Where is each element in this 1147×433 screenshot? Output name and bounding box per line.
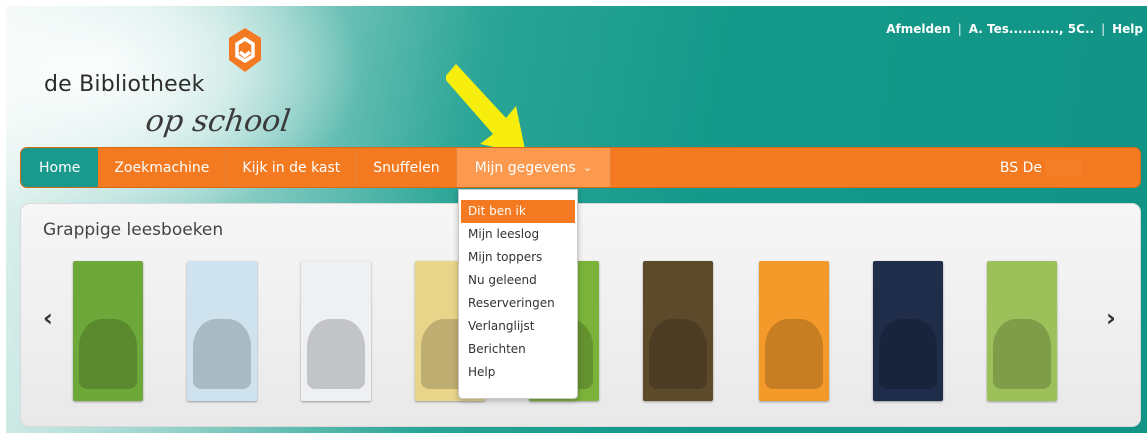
dropdown-item-berichten[interactable]: Berichten: [459, 338, 577, 361]
library-logo-icon: [229, 28, 261, 72]
nav-search[interactable]: Zoekmachine: [98, 148, 227, 187]
book-illustration: [307, 319, 365, 389]
book-illustration: [649, 319, 707, 389]
divider: |: [957, 22, 962, 36]
dropdown-item-mijn-toppers[interactable]: Mijn toppers: [459, 246, 577, 269]
dropdown-item-verlanglijst[interactable]: Verlanglijst: [459, 315, 577, 338]
book-illustration: [193, 319, 251, 389]
book-cover[interactable]: [759, 261, 829, 401]
book-cover[interactable]: [187, 261, 257, 401]
library-logo[interactable]: de Bibliotheek op school: [42, 26, 322, 156]
book-illustration: [79, 319, 137, 389]
book-illustration: [765, 319, 823, 389]
panel-title: Grappige leesboeken: [43, 220, 224, 240]
dropdown-item-help[interactable]: Help: [459, 361, 577, 384]
book-cover[interactable]: [73, 261, 143, 401]
chevron-right-icon[interactable]: ›: [1106, 304, 1116, 332]
chevron-left-icon[interactable]: ‹: [43, 304, 53, 332]
user-link[interactable]: A. Tes..........., 5C..: [969, 22, 1094, 36]
logo-line2: op school: [143, 104, 293, 139]
dropdown-item-nu-geleend[interactable]: Nu geleend: [459, 269, 577, 292]
books-panel: Grappige leesboeken ‹ ›: [20, 203, 1141, 427]
nav-shelf[interactable]: Kijk in de kast: [226, 148, 358, 187]
book-cover[interactable]: [643, 261, 713, 401]
logout-link[interactable]: Afmelden: [886, 22, 951, 36]
logo-line1: de Bibliotheek: [44, 72, 205, 97]
nav-home[interactable]: Home: [21, 148, 99, 187]
dropdown-item-mijn-leeslog[interactable]: Mijn leeslog: [459, 223, 577, 246]
divider: |: [1101, 22, 1106, 36]
book-illustration: [879, 319, 937, 389]
book-cover[interactable]: [873, 261, 943, 401]
dropdown-item-reserveringen[interactable]: Reserveringen: [459, 292, 577, 315]
mydata-dropdown-menu: Dit ben ik Mijn leeslog Mijn toppers Nu …: [458, 189, 578, 399]
book-cover[interactable]: [987, 261, 1057, 401]
redacted-area: [1046, 159, 1082, 176]
help-link[interactable]: Help: [1112, 22, 1143, 36]
school-name: BS De: [1000, 148, 1140, 187]
main-navigation: Home Zoekmachine Kijk in de kast Snuffel…: [20, 147, 1141, 188]
chevron-down-icon: ⌄: [582, 161, 593, 174]
school-label: BS De: [999, 159, 1042, 176]
nav-browse[interactable]: Snuffelen: [357, 148, 457, 187]
nav-mydata-label: Mijn gegevens: [474, 159, 576, 176]
top-links: Afmelden | A. Tes..........., 5C.. | Hel…: [886, 22, 1143, 36]
dropdown-item-dit-ben-ik[interactable]: Dit ben ik: [461, 200, 575, 223]
book-illustration: [993, 319, 1051, 389]
nav-mydata[interactable]: Mijn gegevens ⌄: [456, 148, 612, 187]
book-cover[interactable]: [301, 261, 371, 401]
yellow-arrow-annotation: [446, 64, 526, 154]
